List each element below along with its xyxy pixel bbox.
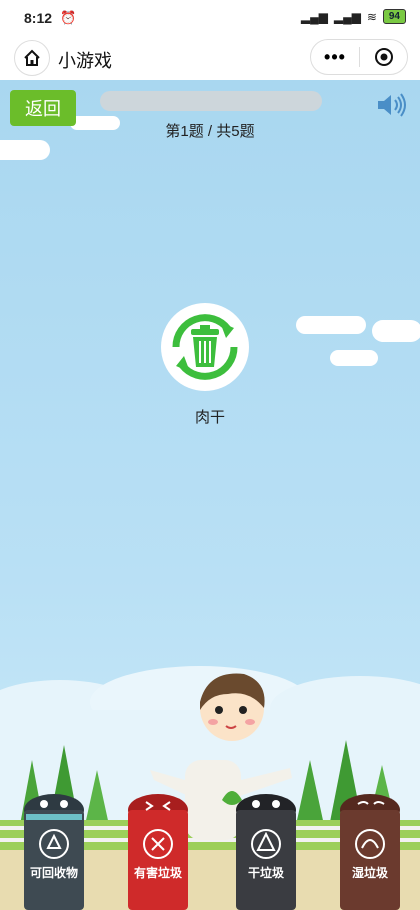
home-button[interactable] — [14, 40, 50, 76]
item-name: 肉干 — [194, 409, 225, 426]
bin-label: 有害垃圾 — [133, 866, 182, 880]
status-icons: ▂▄▆ ▂▄▆ ≋ 94 — [301, 9, 406, 24]
signal-icon-2: ▂▄▆ — [333, 9, 361, 24]
more-button[interactable]: ••• — [311, 47, 359, 68]
signal-icon: ▂▄▆ — [300, 9, 328, 24]
wifi-icon: ≋ — [366, 9, 377, 24]
dry-bin-icon — [236, 794, 296, 910]
cloud — [330, 350, 378, 366]
game-scene: 返回 第1题 / 共5题 肉干 可回收物 有害垃圾 干垃圾 湿垃圾 — [0, 80, 420, 910]
speaker-icon — [378, 93, 406, 117]
cloud — [372, 320, 420, 342]
nav-title: 小游戏 — [58, 51, 112, 71]
recycle-trash-icon — [161, 303, 249, 391]
hazardous-bin-icon — [128, 794, 188, 910]
draggable-item[interactable] — [160, 302, 250, 392]
close-miniprogram-button[interactable] — [360, 47, 407, 67]
alarm-icon: ⏰ — [60, 10, 77, 25]
wet-bin-icon — [340, 794, 400, 910]
bin-hazardous[interactable]: 有害垃圾 — [122, 792, 194, 910]
nav-bar: 小游戏 ••• — [0, 36, 420, 80]
target-icon — [374, 48, 393, 66]
progress-bar — [100, 91, 322, 111]
bin-dry[interactable]: 干垃圾 — [230, 792, 302, 910]
capsule-menu: ••• — [310, 39, 408, 75]
sound-button[interactable] — [376, 92, 408, 123]
bin-wet[interactable]: 湿垃圾 — [334, 792, 406, 910]
battery-icon: 94 — [382, 9, 406, 24]
recyclable-bin-icon — [24, 794, 84, 910]
home-icon — [24, 49, 40, 66]
bin-label: 干垃圾 — [247, 866, 284, 880]
cloud — [0, 140, 50, 160]
bin-label: 可回收物 — [29, 866, 78, 880]
bin-label: 湿垃圾 — [351, 866, 388, 880]
question-counter: 第1题 / 共5题 — [165, 123, 255, 140]
status-bar: 8:12 ⏰ ▂▄▆ ▂▄▆ ≋ 94 — [0, 0, 420, 36]
bin-recyclable[interactable]: 可回收物 — [18, 792, 90, 910]
cloud — [296, 316, 366, 334]
status-time: 8:12 — [24, 10, 53, 26]
